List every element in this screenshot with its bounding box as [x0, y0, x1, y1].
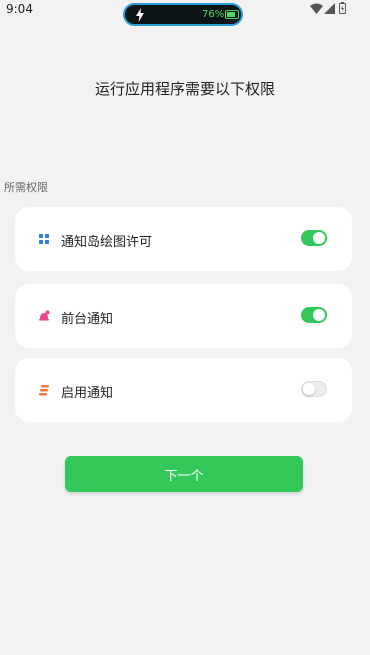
toggle-knob	[303, 383, 315, 395]
battery-icon	[339, 2, 346, 14]
status-bar: 9:04 76%	[0, 0, 370, 26]
permission-label: 启用通知	[61, 386, 114, 401]
toggle-knob	[313, 309, 325, 321]
permission-label: 通知岛绘图许可	[61, 235, 153, 250]
bell-icon	[39, 310, 50, 321]
permission-toggle[interactable]	[301, 307, 327, 323]
permission-card-enable-notification[interactable]: 启用通知	[15, 358, 352, 422]
wifi-icon	[310, 3, 323, 14]
dynamic-island[interactable]: 76%	[123, 3, 243, 26]
charging-bolt-icon	[136, 8, 144, 22]
permission-label: 前台通知	[61, 312, 114, 327]
permission-card-foreground-notification[interactable]: 前台通知	[15, 284, 352, 348]
section-label: 所需权限	[4, 181, 48, 194]
permission-card-overlay-drawing[interactable]: 通知岛绘图许可	[15, 207, 352, 271]
page-title: 运行应用程序需要以下权限	[94, 80, 275, 98]
next-button[interactable]: 下一个	[65, 456, 303, 492]
cellular-signal-icon	[324, 3, 335, 14]
battery-level-icon	[225, 10, 239, 19]
permission-toggle[interactable]	[301, 230, 327, 246]
status-time: 9:04	[6, 2, 33, 16]
stack-icon	[39, 385, 49, 396]
toggle-knob	[313, 232, 325, 244]
grid-icon	[39, 234, 49, 244]
battery-percent: 76%	[202, 9, 225, 20]
permission-toggle[interactable]	[301, 381, 327, 397]
